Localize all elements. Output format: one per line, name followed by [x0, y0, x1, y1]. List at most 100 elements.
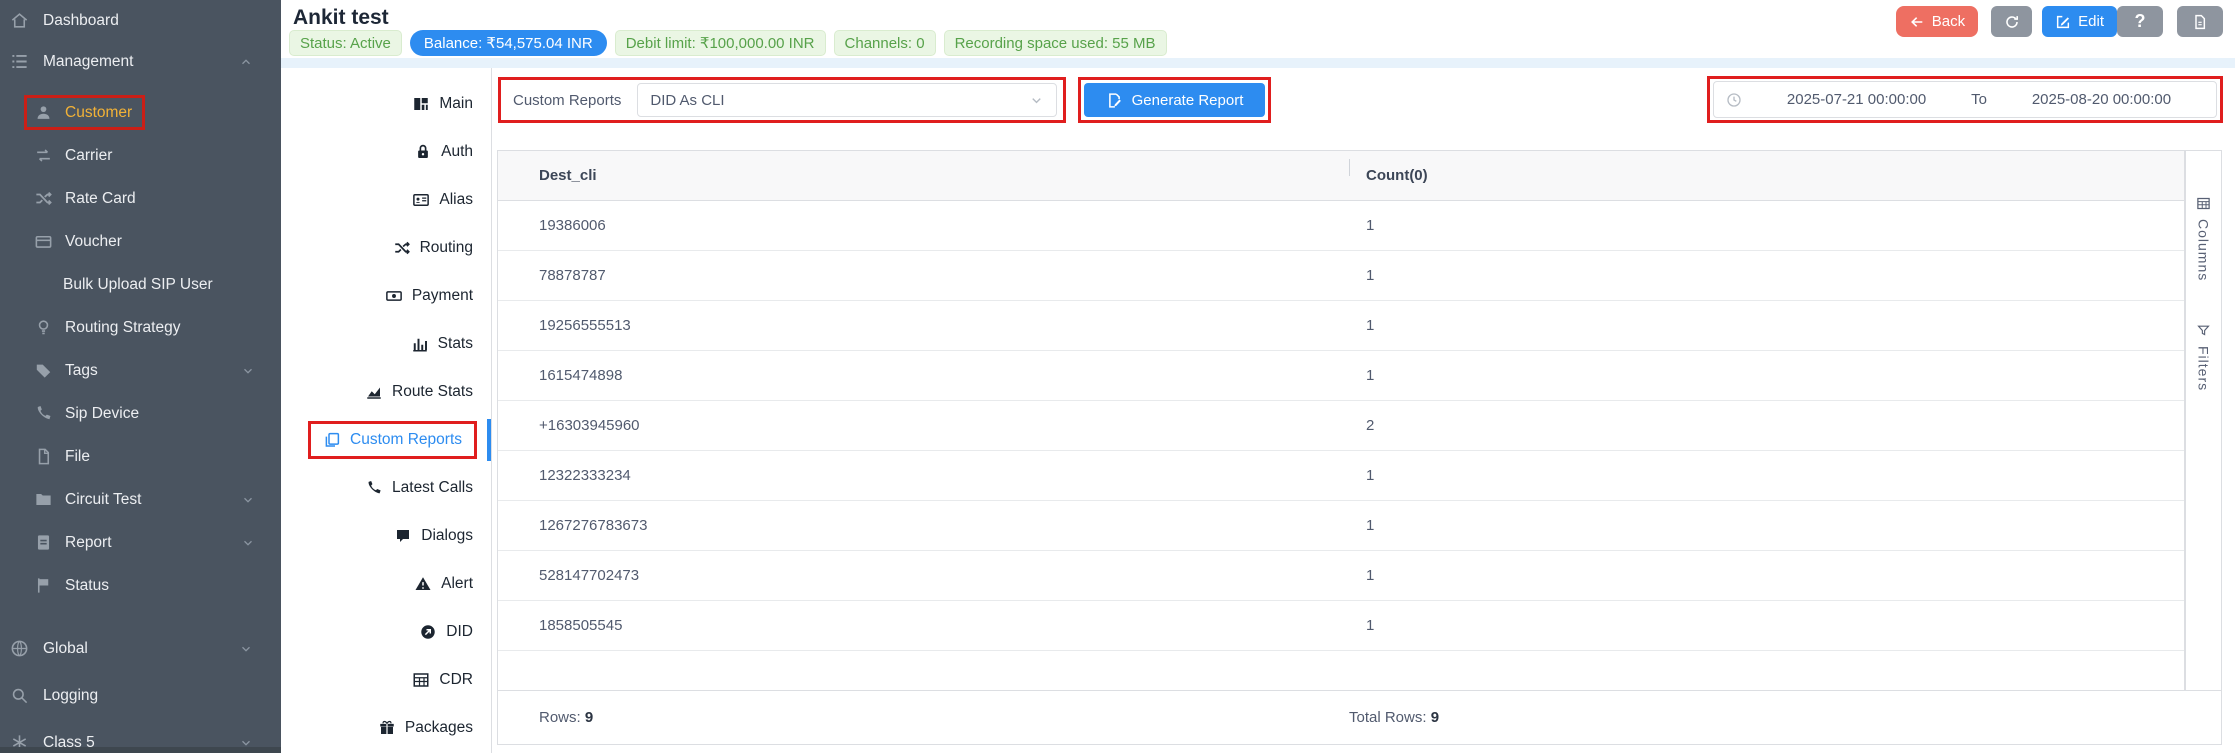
table-body: 19386006 1 78878787 1 19256555513 1 1615…: [498, 201, 2184, 651]
question-icon: ?: [2135, 11, 2146, 32]
custom-reports-label: Custom Reports: [513, 92, 621, 109]
dest-cli-cell: 1858505545: [498, 617, 1349, 634]
table-header-row: Dest_cli Count(0): [498, 151, 2184, 201]
status-chip-channels-0: Channels: 0: [834, 30, 936, 56]
sidebar-item-label: Logging: [43, 687, 98, 705]
sidebar-item-icon: [10, 686, 29, 705]
edit-button[interactable]: Edit: [2042, 6, 2117, 37]
sidebar-item-logging[interactable]: Logging: [0, 672, 281, 719]
table-row-16303945960: +16303945960 2: [498, 401, 2184, 451]
sidebar-item-report[interactable]: Report: [0, 521, 281, 564]
dest-cli-cell: +16303945960: [498, 417, 1349, 434]
customer-tab-payment[interactable]: Payment: [281, 272, 491, 320]
customer-tab-auth[interactable]: Auth: [281, 128, 491, 176]
chevron-icon: [239, 736, 253, 750]
side-panel-tab-icon: [2196, 196, 2211, 211]
customer-tab-cdr[interactable]: CDR: [281, 656, 491, 704]
chevron-icon: [239, 642, 253, 656]
count-cell: 1: [1349, 317, 2184, 334]
sidebar-item-icon: [34, 533, 53, 552]
sidebar-item-rate-card[interactable]: Rate Card: [0, 177, 281, 220]
table-footer: Rows: 9 Total Rows: 9: [497, 690, 2222, 745]
sidebar-item-label: Routing Strategy: [65, 319, 180, 337]
sidebar-item-icon: [10, 733, 29, 752]
sidebar-item-bulk-upload-sip-user[interactable]: Bulk Upload SIP User: [0, 263, 281, 306]
count-cell: 1: [1349, 467, 2184, 484]
customer-tab-route-stats[interactable]: Route Stats: [281, 368, 491, 416]
date-range-picker[interactable]: 2025-07-21 00:00:00 To 2025-08-20 00:00:…: [1713, 81, 2217, 118]
document-button[interactable]: [2177, 6, 2223, 37]
back-button[interactable]: Back: [1896, 6, 1978, 37]
dest-cli-cell: 12322333234: [498, 467, 1349, 484]
sidebar-item-label: Tags: [65, 362, 98, 380]
customer-tab-packages[interactable]: Packages: [281, 704, 491, 752]
customer-tab-did[interactable]: DID: [281, 608, 491, 656]
refresh-button[interactable]: [1991, 6, 2032, 37]
table-row-78878787: 78878787 1: [498, 251, 2184, 301]
sidebar-item-sip-device[interactable]: Sip Device: [0, 392, 281, 435]
page-header: Ankit test Status: Active Balance: ₹54,5…: [281, 0, 2235, 58]
sidebar-item-voucher[interactable]: Voucher: [0, 220, 281, 263]
count-cell: 1: [1349, 517, 2184, 534]
sidebar-item-label: Customer: [65, 104, 132, 122]
sidebar-item-label: Report: [65, 534, 112, 552]
sidebar-item-icon: [34, 447, 53, 466]
total-rows-count: Total Rows: 9: [1349, 709, 2221, 726]
tab-icon: [414, 575, 432, 593]
clock-icon: [1726, 92, 1742, 108]
sidebar-item-customer[interactable]: Customer: [0, 91, 281, 134]
count-cell: 1: [1349, 217, 2184, 234]
customer-tab-stats[interactable]: Stats: [281, 320, 491, 368]
count-cell: 1: [1349, 617, 2184, 634]
status-chip-recording-space-used-55-mb: Recording space used: 55 MB: [944, 30, 1167, 56]
customer-tab-alias[interactable]: Alias: [281, 176, 491, 224]
dest-cli-cell: 19256555513: [498, 317, 1349, 334]
sidebar-item-label: Class 5: [43, 734, 95, 752]
sidebar-item-label: Global: [43, 640, 88, 658]
report-type-select[interactable]: DID As CLI: [637, 83, 1057, 117]
tab-icon: [412, 95, 430, 113]
refresh-icon: [2004, 14, 2020, 30]
sidebar-item-circuit-test[interactable]: Circuit Test: [0, 478, 281, 521]
sidebar-item-global[interactable]: Global: [0, 625, 281, 672]
tab-icon: [419, 623, 437, 641]
sidebar-item-management[interactable]: Management: [0, 41, 281, 82]
customer-tab-routing[interactable]: Routing: [281, 224, 491, 272]
status-chips: Status: Active Balance: ₹54,575.04 INR D…: [289, 30, 1167, 56]
customer-tab-dialogs[interactable]: Dialogs: [281, 512, 491, 560]
sidebar-item-status[interactable]: Status: [0, 564, 281, 607]
sidebar-item-dashboard[interactable]: Dashboard: [0, 0, 281, 41]
side-panel-tab-filters[interactable]: Filters: [2196, 323, 2212, 391]
table-row-1858505545: 1858505545 1: [498, 601, 2184, 651]
tab-icon: [411, 335, 429, 353]
table-row-12322333234: 12322333234 1: [498, 451, 2184, 501]
table-row-528147702473: 528147702473 1: [498, 551, 2184, 601]
sidebar-item-file[interactable]: File: [0, 435, 281, 478]
side-panel-tab-columns[interactable]: Columns: [2196, 196, 2212, 281]
column-header-dest-cli[interactable]: Dest_cli: [498, 167, 1349, 184]
side-panel-tab-label: Columns: [2196, 219, 2212, 281]
sidebar-item-label: Circuit Test: [65, 491, 141, 509]
report-type-selected-value: DID As CLI: [650, 92, 724, 109]
sidebar-item-icon: [10, 11, 29, 30]
customer-tab-alert[interactable]: Alert: [281, 560, 491, 608]
help-button[interactable]: ?: [2117, 6, 2163, 37]
tab-icon: [393, 239, 411, 257]
generate-report-button[interactable]: Generate Report: [1084, 83, 1265, 117]
customer-tab-main[interactable]: Main: [281, 80, 491, 128]
sidebar-item-icon: [10, 639, 29, 658]
sidebar-item-routing-strategy[interactable]: Routing Strategy: [0, 306, 281, 349]
sidebar-item-carrier[interactable]: Carrier: [0, 134, 281, 177]
sidebar-item-icon: [34, 576, 53, 595]
sidebar-item-class-5[interactable]: Class 5: [0, 719, 281, 753]
tab-label: Alias: [439, 191, 473, 209]
rows-count: Rows: 9: [498, 709, 1349, 726]
tab-icon: [385, 287, 403, 305]
sidebar-item-label: File: [65, 448, 90, 466]
customer-tab-custom-reports[interactable]: Custom Reports: [281, 416, 491, 464]
customer-tab-latest-calls[interactable]: Latest Calls: [281, 464, 491, 512]
dest-cli-cell: 528147702473: [498, 567, 1349, 584]
column-header-count[interactable]: Count(0): [1349, 167, 2184, 184]
tab-label: Payment: [412, 287, 473, 305]
sidebar-item-tags[interactable]: Tags: [0, 349, 281, 392]
